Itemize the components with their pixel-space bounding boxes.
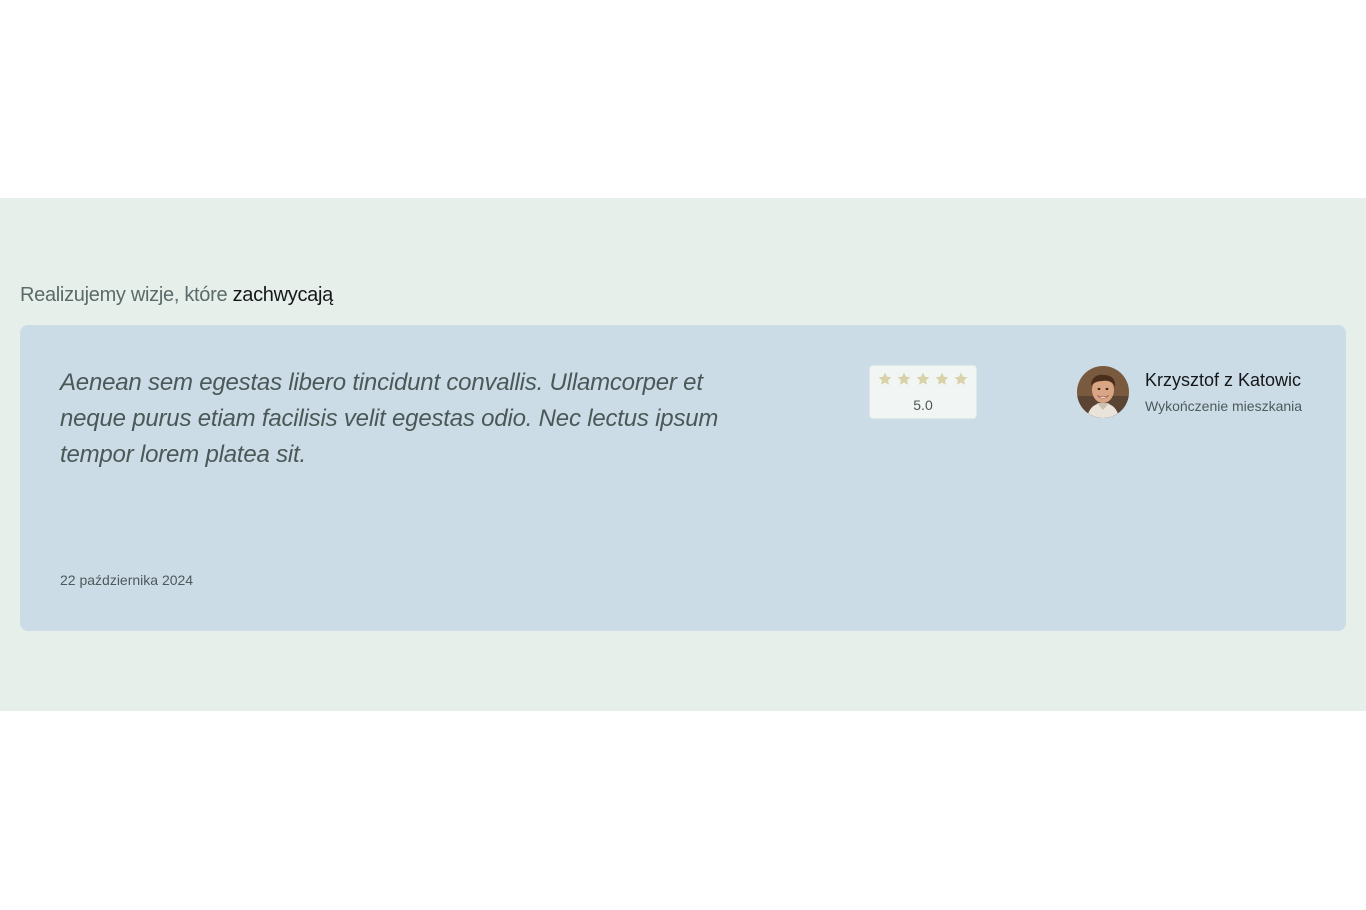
testimonial-card: Aenean sem egestas libero tincidunt conv… bbox=[20, 325, 1346, 631]
star-icon bbox=[878, 372, 892, 385]
section-heading: Realizujemy wizje, które zachwycają bbox=[20, 282, 333, 308]
heading-accent: zachwycają bbox=[232, 284, 334, 306]
testimonial-quote: Aenean sem egestas libero tincidunt conv… bbox=[60, 369, 719, 468]
rating-value: 5.0 bbox=[913, 397, 933, 413]
author-name: Krzysztof z Katowic bbox=[1145, 370, 1302, 390]
author-avatar bbox=[1077, 366, 1129, 418]
rating-stars bbox=[870, 371, 976, 389]
star-icon bbox=[954, 372, 968, 385]
star-icon bbox=[935, 372, 949, 385]
rating-badge: 5.0 bbox=[869, 365, 977, 419]
star-icon bbox=[916, 372, 930, 385]
author-subtitle: Wykończenie mieszkania bbox=[1145, 398, 1303, 414]
testimonial-date: 22 października 2024 bbox=[60, 572, 194, 588]
avatar-photo bbox=[1077, 366, 1129, 418]
heading-prefix: Realizujemy wizje, które bbox=[20, 284, 233, 306]
star-icon bbox=[897, 372, 911, 385]
